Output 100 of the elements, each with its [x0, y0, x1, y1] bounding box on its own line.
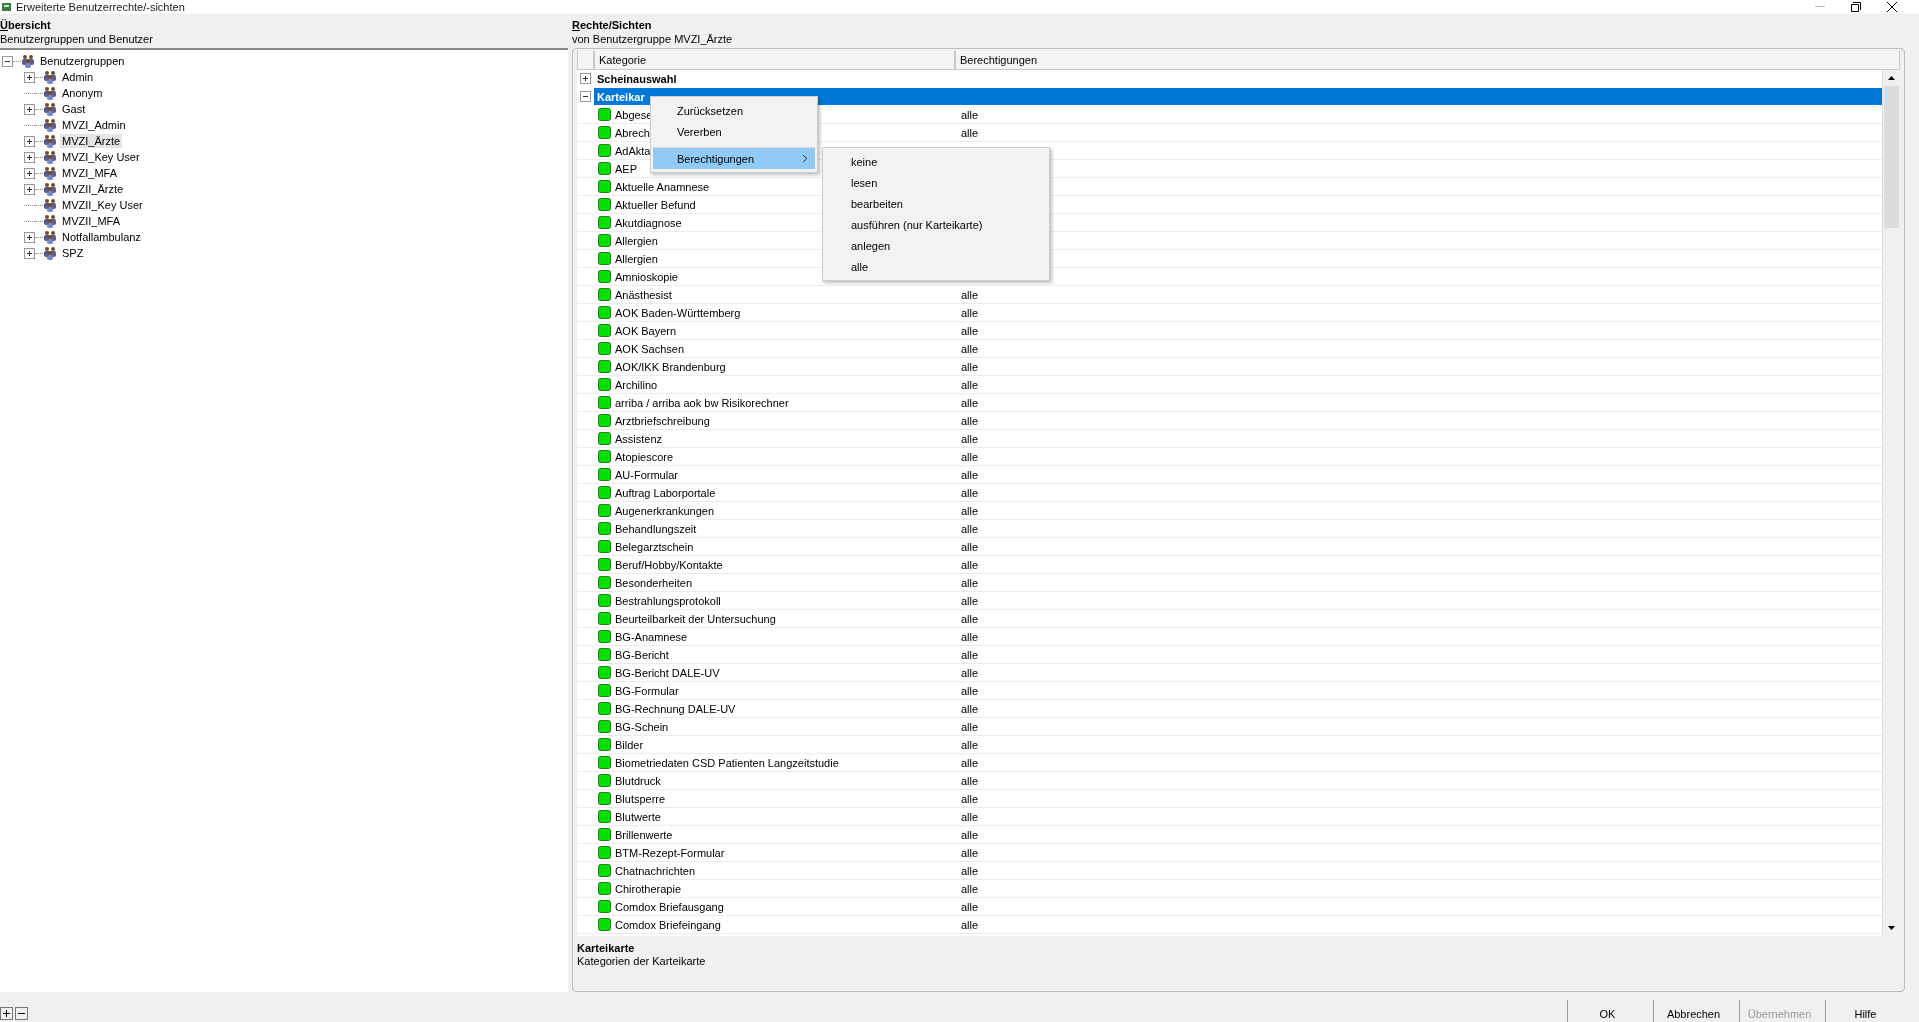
status-icon: [598, 360, 611, 373]
category-group[interactable]: Scheinauswahl: [594, 70, 1882, 87]
permission-value: alle: [960, 396, 979, 409]
permission-value: alle: [960, 558, 979, 571]
status-icon: [598, 306, 611, 319]
permission-value: alle: [960, 720, 979, 733]
category-name: Aktuelle Anamnese: [615, 180, 710, 193]
category-group[interactable]: Karteikar: [594, 88, 1882, 105]
category-name: Akutdiagnose: [615, 216, 682, 229]
permission-value: alle: [960, 666, 979, 679]
tree-item[interactable]: Gast: [60, 102, 88, 116]
menu-item[interactable]: anlegen: [825, 235, 1047, 256]
expand-icon[interactable]: [24, 231, 35, 243]
status-icon: [598, 450, 611, 463]
category-name: Blutsperre: [615, 792, 666, 805]
status-icon: [598, 810, 611, 823]
status-icon: [598, 396, 611, 409]
permission-value: alle: [960, 810, 979, 823]
permission-value: alle: [960, 378, 979, 391]
status-icon: [598, 162, 611, 175]
tree-item[interactable]: MVZI_Key User: [60, 150, 142, 164]
permission-value: alle: [960, 468, 979, 481]
permission-value: alle: [960, 792, 979, 805]
scroll-up-icon[interactable]: [1888, 76, 1895, 80]
status-icon: [598, 828, 611, 841]
tree-item[interactable]: MVZII_Key User: [60, 198, 145, 212]
permission-value: alle: [960, 126, 979, 139]
collapse-icon[interactable]: [2, 55, 13, 67]
status-icon: [598, 468, 611, 481]
menu-item[interactable]: bearbeiten: [825, 193, 1047, 214]
category-name: BG-Bericht: [615, 648, 669, 661]
tree-item[interactable]: MVZI_Admin: [60, 118, 128, 132]
status-icon: [598, 612, 611, 625]
tree-item[interactable]: Benutzergruppen: [38, 54, 127, 68]
expand-icon[interactable]: [24, 151, 35, 163]
tree-item[interactable]: Notfallambulanz: [60, 230, 143, 244]
menu-item[interactable]: keine: [825, 151, 1047, 172]
status-icon: [598, 414, 611, 427]
scroll-down-icon[interactable]: [1888, 926, 1895, 930]
permission-value: alle: [960, 360, 979, 373]
tree-item[interactable]: SPZ: [60, 246, 86, 260]
category-name: Bilder: [615, 738, 644, 751]
category-name: BTM-Rezept-Formular: [615, 846, 725, 859]
category-name: AU-Formular: [615, 468, 678, 481]
users-icon: [43, 118, 57, 132]
status-icon: [598, 252, 611, 265]
menu-item[interactable]: alle: [825, 256, 1047, 277]
category-name: Biometriedaten CSD Patienten Langzeitstudie: [615, 756, 839, 769]
remove-button[interactable]: [15, 1007, 28, 1020]
add-button[interactable]: [0, 1007, 13, 1020]
permission-value: alle: [960, 648, 979, 661]
status-icon: [598, 720, 611, 733]
category-name: Abrech: [615, 126, 650, 139]
category-name: Archilino: [615, 378, 658, 391]
menu-item[interactable]: Vererben: [653, 121, 815, 142]
expand-icon[interactable]: [580, 73, 591, 84]
category-name: BG-Schein: [615, 720, 669, 733]
permission-value: alle: [960, 864, 979, 877]
expand-icon[interactable]: [24, 247, 35, 259]
permission-value: alle: [960, 918, 979, 931]
category-name: arriba / arriba aok bw Risikorechner: [615, 396, 789, 409]
permission-value: alle: [960, 306, 979, 319]
column-header[interactable]: Kategorie: [594, 51, 955, 70]
permission-value: alle: [960, 450, 979, 463]
category-name: Assistenz: [615, 432, 663, 445]
expand-icon[interactable]: [24, 183, 35, 195]
permission-value: alle: [960, 846, 979, 859]
column-header[interactable]: Berechtigungen: [955, 51, 1900, 70]
status-icon: [598, 864, 611, 877]
permission-value: alle: [960, 594, 979, 607]
tree-item[interactable]: MVZI_Ärzte: [60, 134, 123, 148]
tree-item[interactable]: MVZI_MFA: [60, 166, 119, 180]
restore-icon[interactable]: [1851, 2, 1861, 12]
expand-icon[interactable]: [24, 167, 35, 179]
tree-item[interactable]: MVZII_MFA: [60, 214, 123, 228]
status-icon: [598, 648, 611, 661]
collapse-icon[interactable]: [580, 91, 591, 102]
users-icon: [43, 134, 57, 148]
menu-item[interactable]: Berechtigungen: [653, 147, 815, 169]
status-icon: [598, 594, 611, 607]
users-icon: [21, 54, 35, 68]
status-icon: [598, 198, 611, 211]
tree-item[interactable]: Admin: [60, 70, 96, 84]
status-icon: [598, 774, 611, 787]
status-icon: [598, 126, 611, 139]
tree-item[interactable]: Anonym: [60, 86, 105, 100]
expand-icon[interactable]: [24, 135, 35, 147]
menu-item[interactable]: lesen: [825, 172, 1047, 193]
tree-item[interactable]: MVZII_Ärzte: [60, 182, 126, 196]
expand-icon[interactable]: [24, 71, 35, 83]
status-icon: [598, 540, 611, 553]
category-name: Allergien: [615, 252, 658, 265]
expand-icon[interactable]: [24, 103, 35, 115]
category-name: AEP: [615, 162, 637, 175]
close-icon[interactable]: [1887, 2, 1897, 12]
pane-title: Übersicht: [0, 18, 52, 32]
menu-item[interactable]: ausführen (nur Karteikarte): [825, 214, 1047, 235]
status-icon: [598, 504, 611, 517]
status-icon: [598, 576, 611, 589]
status-icon: [598, 216, 611, 229]
